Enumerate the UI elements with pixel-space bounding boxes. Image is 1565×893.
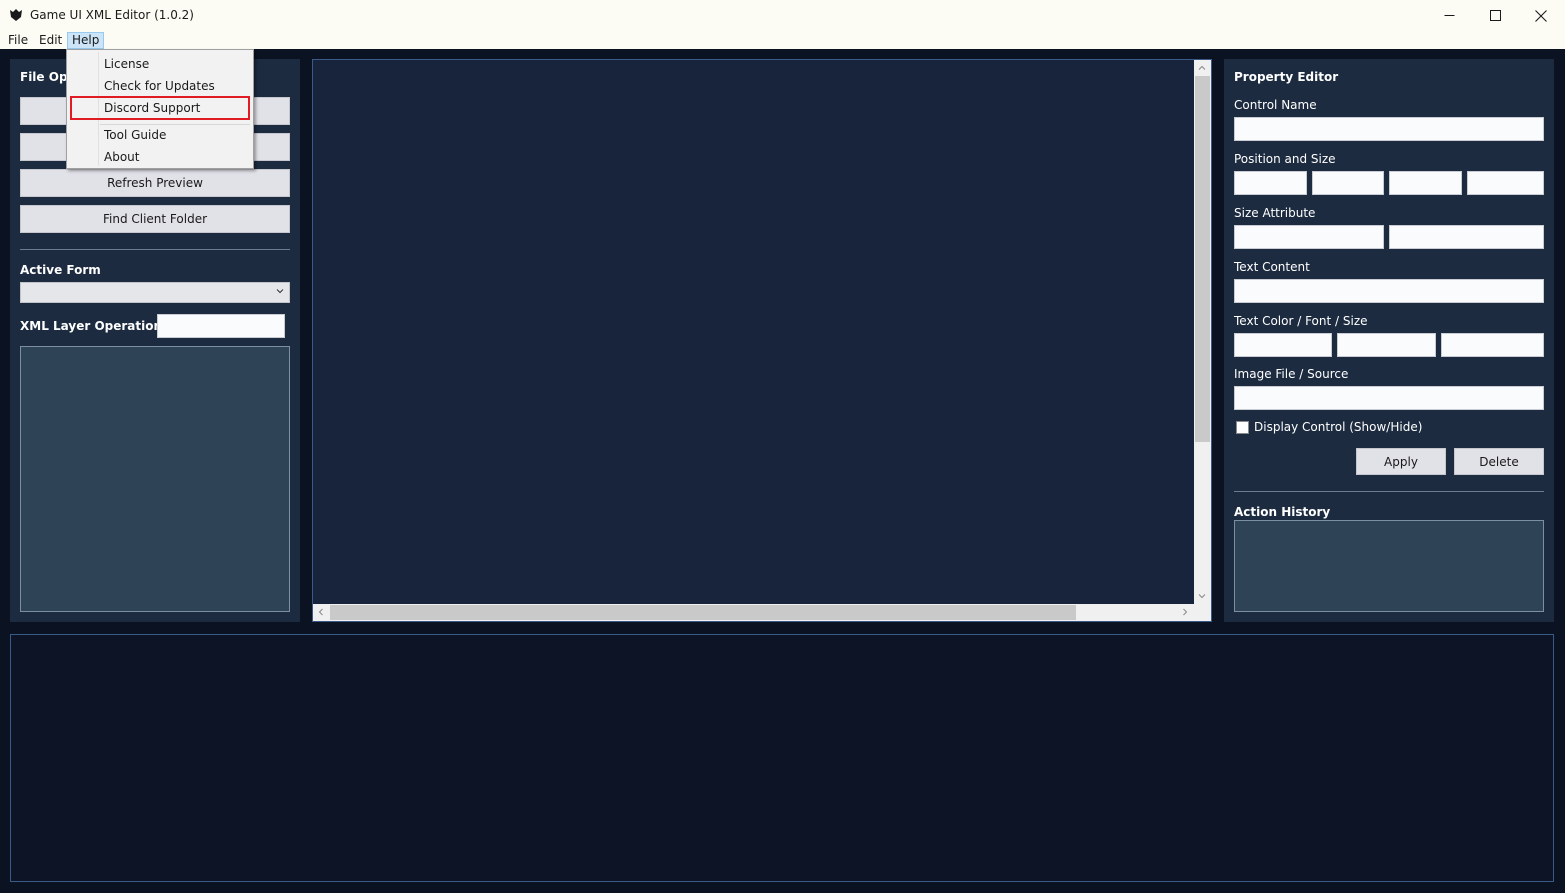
- image-file-source-label: Image File / Source: [1234, 367, 1349, 381]
- menu-item-tool-guide[interactable]: Tool Guide: [104, 128, 166, 142]
- delete-button[interactable]: Delete: [1454, 448, 1544, 475]
- divider: [1234, 491, 1544, 492]
- title-bar: Game UI XML Editor (1.0.2): [0, 0, 1565, 31]
- preview-canvas[interactable]: [312, 59, 1212, 622]
- xml-layer-list[interactable]: [20, 346, 290, 612]
- divider: [20, 249, 290, 250]
- chevron-left-icon: [318, 608, 323, 616]
- active-form-select[interactable]: [20, 282, 290, 303]
- display-control-label: Display Control (Show/Hide): [1254, 420, 1423, 434]
- size-width-input[interactable]: [1389, 171, 1462, 195]
- vertical-scroll-thumb[interactable]: [1195, 76, 1210, 442]
- scroll-corner: [1194, 604, 1211, 621]
- position-size-label: Position and Size: [1234, 152, 1336, 166]
- control-name-input[interactable]: [1234, 117, 1544, 141]
- text-color-input[interactable]: [1234, 333, 1332, 357]
- shield-icon: [10, 9, 22, 21]
- close-button[interactable]: [1518, 0, 1564, 31]
- size-attribute-input-1[interactable]: [1234, 225, 1384, 249]
- action-history-title: Action History: [1234, 505, 1331, 519]
- text-size-input[interactable]: [1441, 333, 1544, 357]
- menu-help[interactable]: Help: [67, 32, 105, 49]
- text-color-font-size-label: Text Color / Font / Size: [1234, 314, 1368, 328]
- text-font-input[interactable]: [1337, 333, 1436, 357]
- position-y-input[interactable]: [1312, 171, 1384, 195]
- window-title: Game UI XML Editor (1.0.2): [30, 8, 194, 22]
- chevron-up-icon: [1198, 65, 1206, 70]
- active-form-label: Active Form: [20, 263, 101, 277]
- menu-file[interactable]: File: [4, 32, 32, 49]
- vertical-scrollbar[interactable]: [1194, 60, 1211, 604]
- minimize-icon: [1444, 15, 1454, 16]
- horizontal-scroll-thumb[interactable]: [330, 605, 1076, 620]
- xml-layer-search-input[interactable]: [157, 314, 285, 338]
- find-client-folder-button[interactable]: Find Client Folder: [20, 205, 290, 233]
- chevron-down-icon: [276, 289, 284, 294]
- minimize-button[interactable]: [1426, 0, 1472, 31]
- control-name-label: Control Name: [1234, 98, 1317, 112]
- horizontal-scrollbar[interactable]: [313, 604, 1194, 621]
- property-editor-panel: Property Editor Control Name Position an…: [1224, 59, 1554, 622]
- image-file-source-input[interactable]: [1234, 386, 1544, 410]
- maximize-icon: [1489, 10, 1501, 21]
- size-height-input[interactable]: [1467, 171, 1544, 195]
- chevron-right-icon: [1183, 608, 1188, 616]
- apply-button[interactable]: Apply: [1356, 448, 1446, 475]
- log-output-area[interactable]: [10, 634, 1554, 882]
- menu-edit[interactable]: Edit: [35, 32, 66, 49]
- position-x-input[interactable]: [1234, 171, 1307, 195]
- maximize-button[interactable]: [1472, 0, 1518, 31]
- menu-item-license[interactable]: License: [104, 57, 149, 71]
- text-content-label: Text Content: [1234, 260, 1310, 274]
- close-icon: [1535, 9, 1547, 22]
- refresh-preview-button[interactable]: Refresh Preview: [20, 169, 290, 197]
- chevron-down-icon: [1198, 594, 1206, 599]
- menu-separator: [100, 124, 250, 125]
- size-attribute-label: Size Attribute: [1234, 206, 1316, 220]
- property-editor-title: Property Editor: [1234, 70, 1339, 84]
- menu-item-about[interactable]: About: [104, 150, 139, 164]
- display-control-checkbox[interactable]: [1236, 421, 1249, 434]
- xml-layer-operations-label: XML Layer Operations: [20, 319, 170, 333]
- text-content-input[interactable]: [1234, 279, 1544, 303]
- discord-support-highlight: [70, 96, 250, 120]
- action-history-list[interactable]: [1234, 520, 1544, 612]
- menu-bar: File Edit Help: [0, 31, 1565, 49]
- menu-item-check-for-updates[interactable]: Check for Updates: [104, 79, 215, 93]
- size-attribute-input-2[interactable]: [1389, 225, 1544, 249]
